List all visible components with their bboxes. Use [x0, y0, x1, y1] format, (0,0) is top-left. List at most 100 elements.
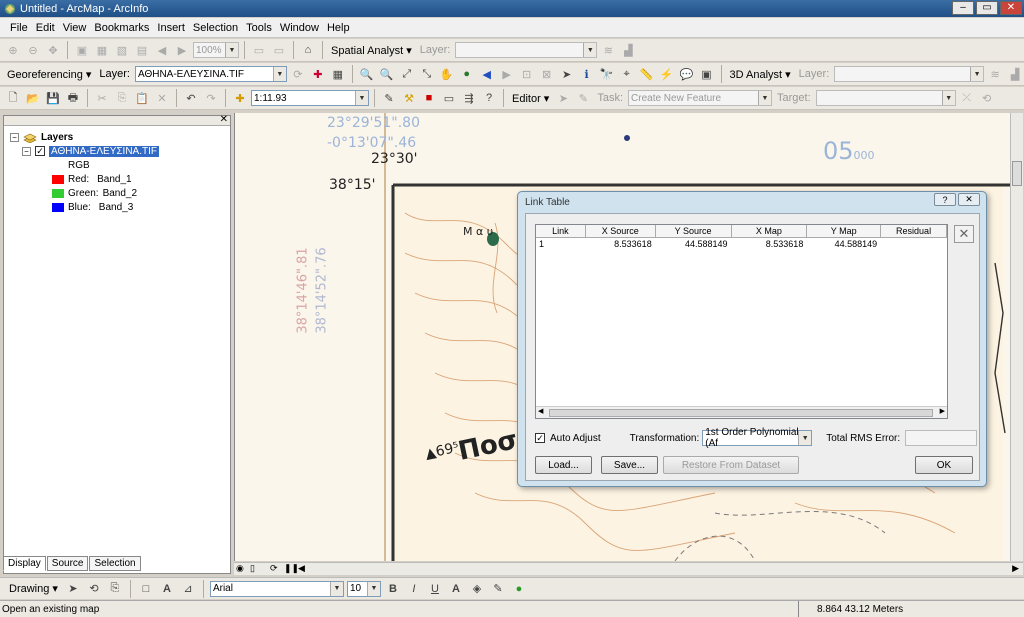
- full-extent-globe-icon[interactable]: ●: [458, 65, 476, 83]
- menu-selection[interactable]: Selection: [189, 22, 242, 34]
- save-icon[interactable]: 💾: [44, 89, 62, 107]
- toggle-draft-icon[interactable]: ▭: [250, 41, 268, 59]
- task-combo[interactable]: Create New Feature ▼: [628, 90, 773, 106]
- fixed-zoom-out-icon2[interactable]: ⤡: [418, 65, 436, 83]
- menu-help[interactable]: Help: [323, 22, 354, 34]
- blue-swatch[interactable]: [52, 202, 64, 212]
- auto-adjust-checkbox[interactable]: ✓: [535, 433, 545, 443]
- tab-selection[interactable]: Selection: [89, 556, 141, 571]
- fixed-zoom-in-icon[interactable]: ⤢: [398, 65, 416, 83]
- font-color-icon[interactable]: A: [447, 580, 465, 598]
- scroll-thumb[interactable]: [1012, 161, 1022, 186]
- clear-selection-icon[interactable]: ⊠: [538, 65, 556, 83]
- zoom-in-fixed-icon[interactable]: ⊕: [4, 41, 22, 59]
- html-popup-icon[interactable]: 💬: [678, 65, 696, 83]
- back-icon[interactable]: ◀: [153, 41, 171, 59]
- menu-insert[interactable]: Insert: [153, 22, 189, 34]
- zoom-out-fixed-icon[interactable]: ⊖: [24, 41, 42, 59]
- rotate-tool-icon[interactable]: ⟲: [978, 89, 996, 107]
- georeferencing-menu[interactable]: Georeferencing ▾: [4, 68, 94, 81]
- rotate-element-icon[interactable]: ⟲: [85, 580, 103, 598]
- edit-vertices-icon[interactable]: ⊿: [179, 580, 197, 598]
- georef-layer-combo[interactable]: ΑΘΗΝΑ-ΕΛΕΥΣΙΝΑ.TIF ▼: [134, 66, 287, 82]
- 3d-steepest-icon[interactable]: ▟: [1006, 65, 1024, 83]
- page-icon[interactable]: ▤: [133, 41, 151, 59]
- menu-view[interactable]: View: [59, 22, 91, 34]
- focus-frame-icon[interactable]: ▭: [270, 41, 288, 59]
- layout-change-icon[interactable]: ⌂: [299, 41, 317, 59]
- layer-visibility-checkbox[interactable]: ✓: [35, 146, 45, 156]
- menu-bookmarks[interactable]: Bookmarks: [90, 22, 153, 34]
- close-button[interactable]: ✕: [1000, 1, 1022, 15]
- bold-icon[interactable]: B: [384, 580, 402, 598]
- split-tool-icon[interactable]: ⤫: [958, 89, 976, 107]
- help-button[interactable]: ?: [934, 193, 956, 206]
- undo-icon[interactable]: ↶: [182, 89, 200, 107]
- fixed-zoom-icon[interactable]: ▦: [93, 41, 111, 59]
- font-combo[interactable]: Arial ▼: [209, 580, 344, 597]
- text-icon[interactable]: A: [158, 580, 176, 598]
- histogram-icon[interactable]: ▟: [619, 41, 637, 59]
- scroll-left-icon[interactable]: ◀: [538, 407, 543, 415]
- delete-icon[interactable]: ✕: [153, 89, 171, 107]
- whats-this-icon[interactable]: ?: [480, 89, 498, 107]
- command-line-icon[interactable]: ▭: [440, 89, 458, 107]
- tab-display[interactable]: Display: [3, 556, 46, 571]
- toc-root-row[interactable]: − Layers: [10, 130, 224, 144]
- red-swatch[interactable]: [52, 174, 64, 184]
- font-size-combo[interactable]: 10 ▼: [346, 580, 381, 597]
- time-slider-icon[interactable]: ▣: [698, 65, 716, 83]
- 3d-analyst-menu[interactable]: 3D Analyst ▾: [727, 68, 794, 81]
- redo-icon[interactable]: ↷: [202, 89, 220, 107]
- menu-file[interactable]: File: [6, 22, 32, 34]
- toc-close-icon[interactable]: ✕: [220, 114, 228, 125]
- link-table-grid[interactable]: Link X Source Y Source X Map Y Map Resid…: [535, 224, 948, 419]
- view-link-table-icon[interactable]: ▦: [329, 65, 347, 83]
- contour-icon[interactable]: ≋: [599, 41, 617, 59]
- ok-button[interactable]: OK: [915, 456, 973, 474]
- go-to-xy-icon[interactable]: ⌖: [618, 65, 636, 83]
- 3d-layer-combo[interactable]: ▼: [834, 66, 985, 82]
- add-control-points-icon[interactable]: ✚: [309, 65, 327, 83]
- zoom-out-icon[interactable]: 🔍: [378, 65, 396, 83]
- identify-icon[interactable]: ℹ: [578, 65, 596, 83]
- modelbuilder-icon[interactable]: ⇶: [460, 89, 478, 107]
- column-header[interactable]: Y Map: [807, 225, 882, 237]
- layout-view-icon[interactable]: ▯: [250, 563, 255, 574]
- collapse-icon[interactable]: −: [22, 146, 31, 156]
- zoom-in-icon[interactable]: 🔍: [358, 65, 376, 83]
- dialog-close-button[interactable]: ✕: [958, 193, 980, 206]
- 3d-contour-icon[interactable]: ≋: [986, 65, 1004, 83]
- find-icon[interactable]: 🔭: [598, 65, 616, 83]
- line-color-icon[interactable]: ✎: [489, 580, 507, 598]
- minimize-button[interactable]: –: [952, 1, 974, 15]
- print-icon[interactable]: 🖶: [64, 89, 82, 107]
- table-horizontal-scrollbar[interactable]: ◀ ▶: [536, 406, 947, 418]
- select-elements-icon[interactable]: ➤: [558, 65, 576, 83]
- edit-tool-icon[interactable]: ➤: [554, 89, 572, 107]
- spatial-analyst-menu[interactable]: Spatial Analyst ▾: [328, 44, 415, 57]
- cut-icon[interactable]: ✂: [93, 89, 111, 107]
- arctoolbox-icon[interactable]: ⚒: [400, 89, 418, 107]
- fill-color-icon[interactable]: ◈: [468, 580, 486, 598]
- column-header[interactable]: Link: [536, 225, 586, 237]
- scroll-left-icon[interactable]: ◀: [298, 563, 305, 574]
- select-features-icon[interactable]: ⊡: [518, 65, 536, 83]
- zoom-whole-page-icon[interactable]: ⎘: [106, 580, 124, 598]
- transformation-combo[interactable]: 1st Order Polynomial (Af ▼: [702, 427, 813, 449]
- underline-icon[interactable]: U: [426, 580, 444, 598]
- sketch-tool-icon[interactable]: ✎: [574, 89, 592, 107]
- arccatalog-icon[interactable]: ■: [420, 89, 438, 107]
- load-button[interactable]: Load...: [535, 456, 592, 474]
- scroll-right-icon[interactable]: ▶: [940, 407, 945, 415]
- italic-icon[interactable]: I: [405, 580, 423, 598]
- forward-arrow-icon[interactable]: ▶: [498, 65, 516, 83]
- scroll-thumb[interactable]: [549, 409, 933, 417]
- zoom-percent-combo[interactable]: 100% ▼: [193, 42, 239, 58]
- column-header[interactable]: X Source: [586, 225, 656, 237]
- toc-layer-name[interactable]: ΑΘΗΝΑ-ΕΛΕΥΣΙΝΑ.TIF: [49, 145, 159, 157]
- target-combo[interactable]: ▼: [815, 90, 956, 106]
- data-view-icon[interactable]: ◉: [236, 563, 244, 574]
- back-arrow-icon[interactable]: ◀: [478, 65, 496, 83]
- scroll-right-icon[interactable]: ▶: [1012, 563, 1019, 574]
